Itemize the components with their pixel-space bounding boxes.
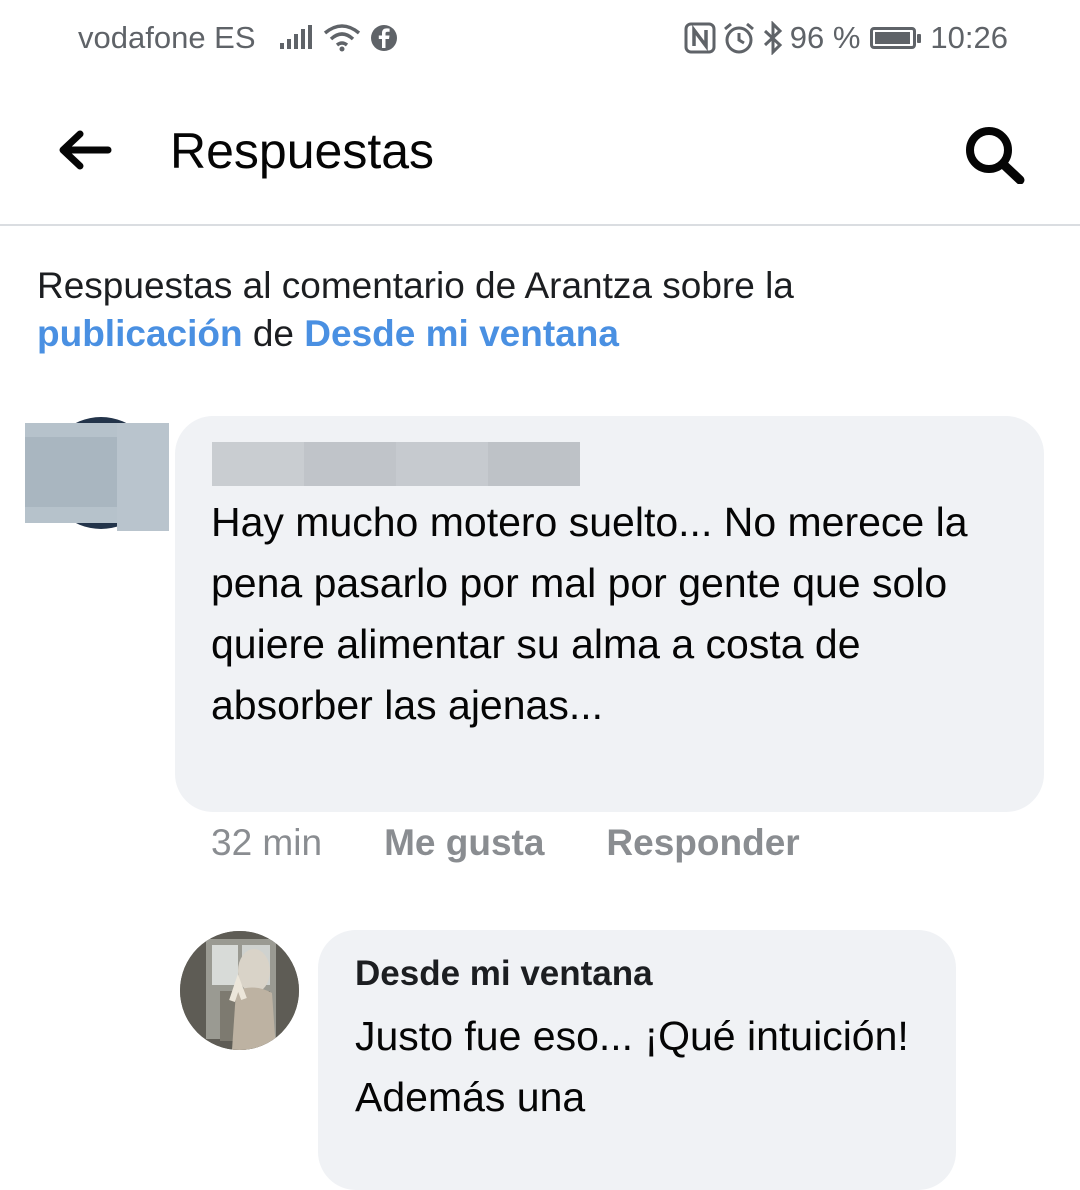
reply-bubble: Desde mi ventana Justo fue eso... ¡Qué i… xyxy=(318,930,956,1190)
comment-bubble: Hay mucho motero suelto... No merece la … xyxy=(175,416,1044,812)
bluetooth-icon xyxy=(763,21,782,55)
status-bar: vodafone ES 96 % 10:26 xyxy=(0,0,1080,76)
status-right: 96 % 10:26 xyxy=(678,20,1008,56)
reply-button[interactable]: Responder xyxy=(606,822,799,864)
redacted-author-name xyxy=(212,442,580,486)
reply-text: Justo fue eso... ¡Qué intuición! Además … xyxy=(355,1013,909,1120)
redaction-block xyxy=(304,442,396,486)
app-bar: Respuestas xyxy=(0,76,1080,226)
battery-fill xyxy=(875,32,910,44)
avatar-redaction-block xyxy=(117,423,169,531)
avatar-photo xyxy=(180,931,299,1050)
redaction-block xyxy=(212,442,304,486)
comment-actions: 32 min Me gusta Responder xyxy=(211,822,862,864)
page-link[interactable]: Desde mi ventana xyxy=(304,313,619,354)
like-button[interactable]: Me gusta xyxy=(384,822,544,864)
reply-context: Respuestas al comentario de Arantza sobr… xyxy=(37,262,1047,358)
search-icon[interactable] xyxy=(962,124,1028,184)
redaction-block xyxy=(488,442,580,486)
carrier-name: vodafone ES xyxy=(78,20,256,55)
reply-author-avatar[interactable] xyxy=(180,931,299,1050)
battery-percent: 96 % xyxy=(789,20,861,55)
status-left: vodafone ES xyxy=(78,20,398,56)
commenter-avatar[interactable] xyxy=(25,415,169,533)
wifi-icon xyxy=(323,24,360,52)
comment-time: 32 min xyxy=(211,822,323,863)
battery-icon xyxy=(870,27,922,49)
page-title: Respuestas xyxy=(170,123,435,179)
signal-icon xyxy=(279,25,312,49)
alarm-icon xyxy=(723,22,754,54)
context-prefix: Respuestas al comentario de Arantza sobr… xyxy=(37,265,794,306)
redaction-block xyxy=(396,442,488,486)
facebook-icon xyxy=(370,25,397,51)
reply-author-name[interactable]: Desde mi ventana xyxy=(355,954,653,994)
avatar-redaction-block xyxy=(25,437,117,507)
context-connector: de xyxy=(252,313,295,354)
comment-text: Hay mucho motero suelto... No merece la … xyxy=(211,499,968,728)
clock: 10:26 xyxy=(930,20,1008,55)
arrow-left-icon[interactable] xyxy=(56,128,112,172)
nfc-icon xyxy=(684,22,716,54)
post-link[interactable]: publicación xyxy=(37,313,243,354)
status-left-icons xyxy=(278,23,398,53)
